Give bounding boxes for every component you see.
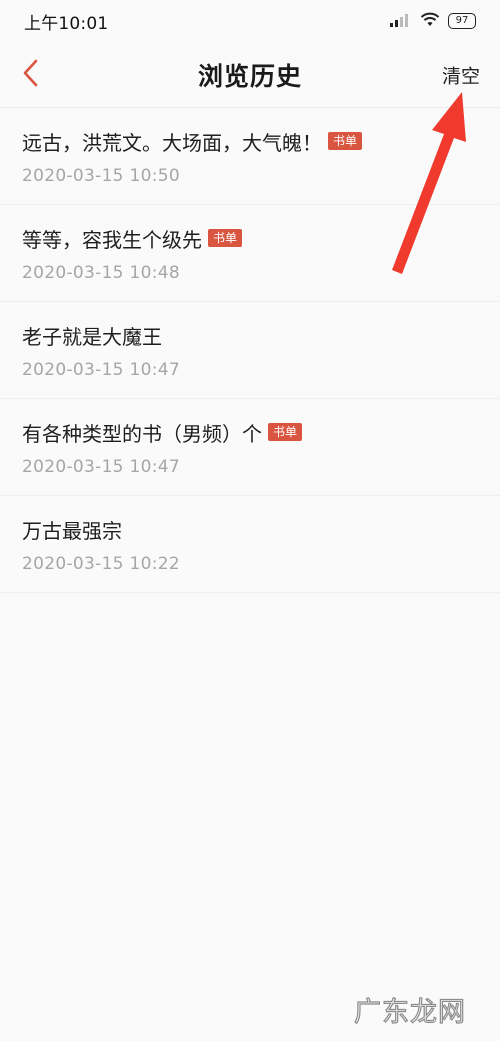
history-item[interactable]: 万古最强宗 2020-03-15 10:22 <box>0 496 500 593</box>
item-timestamp: 2020-03-15 10:50 <box>22 166 180 186</box>
status-time: 上午10:01 <box>24 13 109 34</box>
item-timestamp: 2020-03-15 10:47 <box>22 360 180 380</box>
item-title: 万古最强宗 <box>22 518 122 543</box>
clear-button[interactable]: 清空 <box>442 61 480 88</box>
history-item[interactable]: 远古，洪荒文。大场面，大气魄！ 书单 2020-03-15 10:50 <box>0 108 500 205</box>
page-title: 浏览历史 <box>197 61 302 91</box>
item-timestamp: 2020-03-15 10:22 <box>22 554 180 574</box>
history-item[interactable]: 等等，容我生个级先 书单 2020-03-15 10:48 <box>0 205 500 302</box>
history-item[interactable]: 老子就是大魔王 2020-03-15 10:47 <box>0 302 500 399</box>
watermark-logo: 广东龙网 <box>353 996 466 1028</box>
booklist-tag: 书单 <box>328 132 363 150</box>
item-title-row: 万古最强宗 <box>22 514 478 544</box>
history-screen: 上午10:01 97 浏览历史 清空 远古，洪荒文。大场面，大气魄！ 书单 20… <box>0 0 500 1041</box>
status-icons: 97 <box>390 12 476 31</box>
item-title: 有各种类型的书（男频）个 <box>22 421 262 446</box>
item-title-row: 远古，洪荒文。大场面，大气魄！ 书单 <box>22 126 478 156</box>
history-list: 远古，洪荒文。大场面，大气魄！ 书单 2020-03-15 10:50 等等，容… <box>0 108 500 593</box>
item-title: 老子就是大魔王 <box>22 324 162 349</box>
signal-icon <box>390 12 412 31</box>
item-timestamp: 2020-03-15 10:47 <box>22 457 180 477</box>
item-title-row: 等等，容我生个级先 书单 <box>22 223 478 253</box>
item-title: 远古，洪荒文。大场面，大气魄！ <box>22 130 322 155</box>
status-bar: 上午10:01 97 <box>0 0 500 42</box>
nav-header: 浏览历史 清空 <box>0 42 500 108</box>
item-title-row: 老子就是大魔王 <box>22 320 478 350</box>
booklist-tag: 书单 <box>268 423 303 441</box>
item-timestamp: 2020-03-15 10:48 <box>22 263 180 283</box>
item-title-row: 有各种类型的书（男频）个 书单 <box>22 417 478 447</box>
battery-indicator: 97 <box>448 13 476 29</box>
chevron-left-icon <box>21 58 39 92</box>
booklist-tag: 书单 <box>208 229 243 247</box>
back-button[interactable] <box>14 55 46 95</box>
history-item[interactable]: 有各种类型的书（男频）个 书单 2020-03-15 10:47 <box>0 399 500 496</box>
wifi-icon <box>420 12 440 31</box>
item-title: 等等，容我生个级先 <box>22 227 202 252</box>
